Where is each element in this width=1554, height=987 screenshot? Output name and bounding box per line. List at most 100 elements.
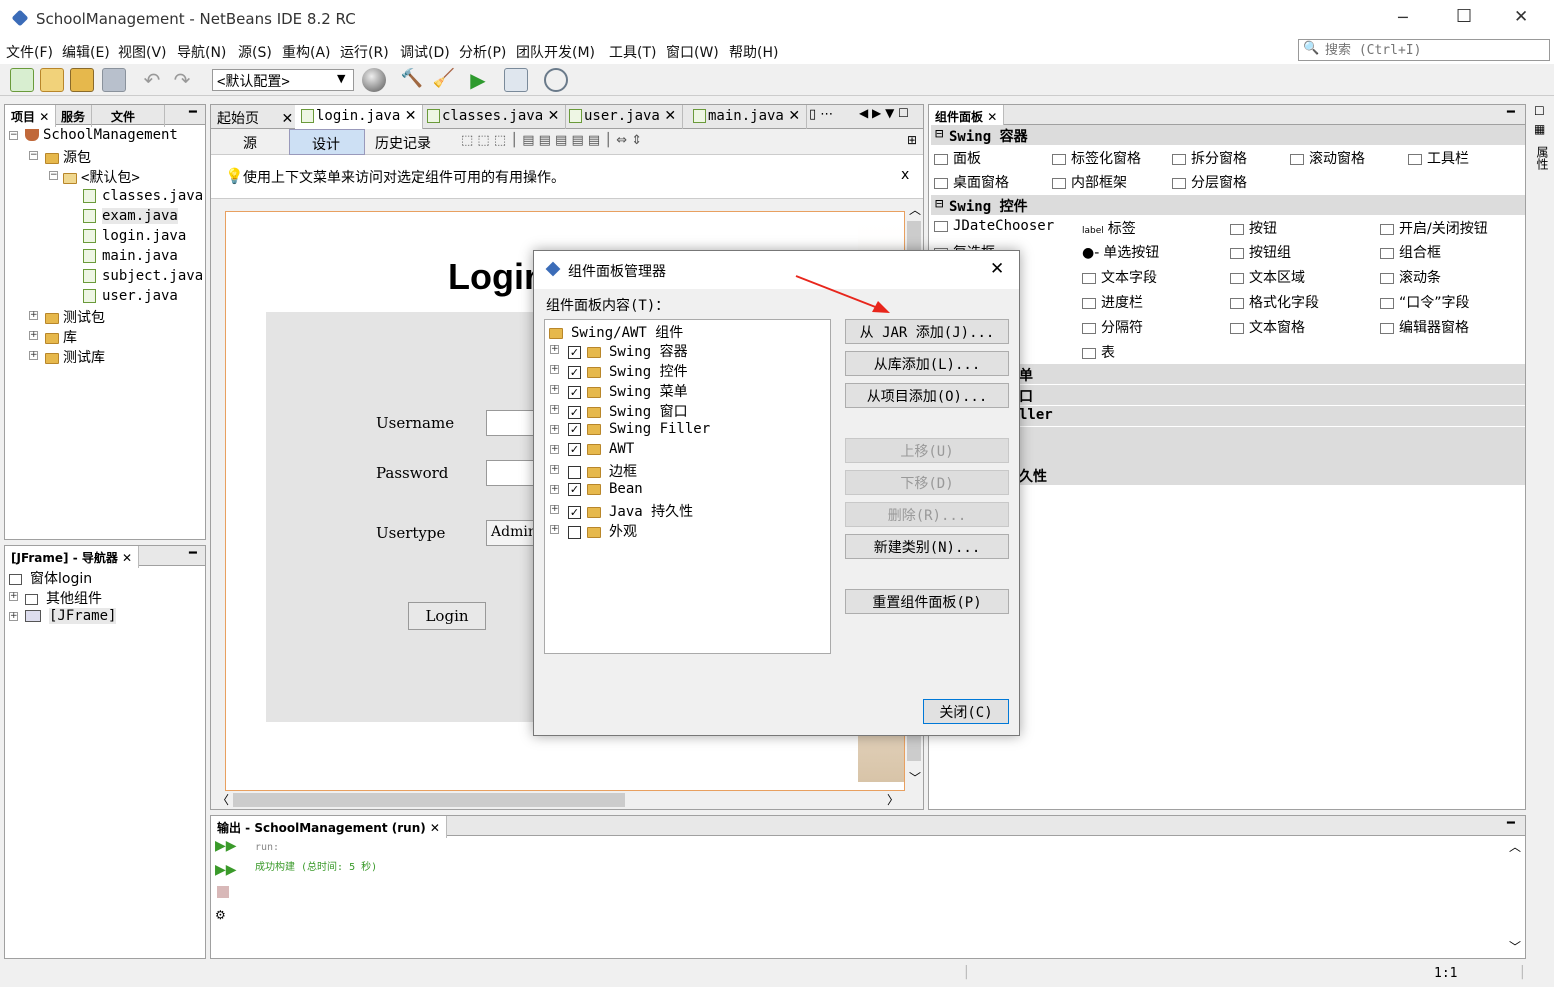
tab-files[interactable]: 文件	[105, 105, 165, 127]
search-box[interactable]: 🔍	[1298, 39, 1550, 61]
expand-toggle[interactable]: +	[550, 505, 559, 514]
expand-toggle[interactable]: +	[9, 592, 18, 601]
palette-item-internal-frame[interactable]: 内部框架	[1052, 172, 1127, 192]
close-icon[interactable]: ✕	[548, 108, 560, 124]
tree-libraries[interactable]: 库	[45, 327, 77, 347]
category-checkbox[interactable]	[568, 465, 581, 479]
palette-group-filler[interactable]: ller	[931, 406, 1525, 426]
palette-group-windows[interactable]: 口	[931, 385, 1525, 405]
palette-item-desktop[interactable]: 桌面窗格	[934, 172, 1009, 192]
menu-profile[interactable]: 分析(P)	[459, 42, 506, 62]
tab-projects[interactable]: 项目 ✕	[5, 105, 57, 127]
build-hammer-icon[interactable]: 🔨	[400, 68, 424, 92]
expand-toggle[interactable]: +	[550, 425, 559, 434]
close-dialog-button[interactable]: 关闭(C)	[923, 699, 1009, 724]
debug-icon[interactable]	[504, 68, 528, 92]
category-checkbox[interactable]: ✓	[568, 482, 581, 496]
menu-run[interactable]: 运行(R)	[340, 42, 389, 62]
clean-build-icon[interactable]: 🧹	[432, 68, 456, 92]
subtab-history[interactable]: 历史记录	[375, 133, 431, 153]
scroll-up-icon[interactable]: ︿	[1509, 838, 1521, 855]
file-item-exam[interactable]: exam.java	[83, 208, 178, 224]
collapse-icon[interactable]: ⊟	[935, 126, 943, 142]
close-icon[interactable]: ✕	[405, 108, 417, 124]
rerun-options-icon[interactable]: ▶▶	[215, 862, 237, 878]
reset-palette-button[interactable]: 重置组件面板(P)	[845, 589, 1009, 614]
close-icon[interactable]: ✕	[281, 111, 293, 127]
tree-test-packages[interactable]: 测试包	[45, 307, 105, 327]
expand-toggle[interactable]: +	[550, 525, 559, 534]
palette-item-separator[interactable]: 分隔符	[1082, 317, 1143, 337]
palette-item-scroll[interactable]: 滚动窗格	[1290, 148, 1365, 168]
tree-root[interactable]: Swing/AWT 组件	[549, 322, 683, 342]
file-item-login[interactable]: login.java	[83, 228, 186, 244]
palette-item-textarea[interactable]: 文本区域	[1230, 267, 1305, 287]
horizontal-scrollbar[interactable]: 〈 〉	[211, 791, 905, 809]
palette-item-button[interactable]: 按钮	[1230, 218, 1277, 238]
globe-icon[interactable]	[362, 68, 386, 92]
palette-item-table[interactable]: 表	[1082, 342, 1115, 362]
tab-classes-java[interactable]: classes.java ✕	[421, 105, 567, 129]
palette-item-label-control[interactable]: label 标签	[1082, 218, 1136, 238]
category-item[interactable]: 外观	[568, 521, 637, 541]
new-file-icon[interactable]	[10, 68, 34, 92]
tab-services[interactable]: 服务	[55, 105, 93, 127]
tab-login-java[interactable]: login.java ✕	[295, 105, 424, 129]
nav-form-login[interactable]: 窗体login	[9, 568, 92, 588]
maximize-button[interactable]: ☐	[1456, 6, 1472, 27]
palette-item-tabbed[interactable]: 标签化窗格	[1052, 148, 1141, 168]
hint-close-button[interactable]: x	[901, 167, 909, 183]
menu-help[interactable]: 帮助(H)	[729, 42, 778, 62]
tree-source-packages[interactable]: 源包	[45, 147, 91, 167]
more-tabs-icon[interactable]: ▯ ⋯	[809, 107, 833, 122]
expand-toggle[interactable]: +	[550, 445, 559, 454]
scroll-right-icon[interactable]: 〉	[887, 791, 899, 808]
category-checkbox[interactable]: ✓	[568, 405, 581, 419]
usertype-select[interactable]: Admin	[486, 520, 536, 546]
expand-toggle[interactable]: +	[550, 365, 559, 374]
palette-item-toolbar[interactable]: 工具栏	[1408, 148, 1469, 168]
add-from-jar-button[interactable]: 从 JAR 添加(J)...	[845, 319, 1009, 344]
password-field[interactable]	[486, 460, 536, 486]
scroll-down-icon[interactable]: ﹀	[909, 769, 921, 786]
minimize-panel-icon[interactable]: ━	[1507, 816, 1515, 831]
new-project-icon[interactable]	[40, 68, 64, 92]
restore-icon[interactable]: ☐	[1534, 104, 1545, 118]
menu-refactor[interactable]: 重构(A)	[282, 42, 331, 62]
category-item[interactable]: ✓ Bean	[568, 481, 643, 497]
palette-group-swing-controls[interactable]: ⊟ Swing 控件	[931, 195, 1525, 215]
tab-start-page[interactable]: 起始页 ✕	[211, 105, 301, 129]
add-from-library-button[interactable]: 从库添加(L)...	[845, 351, 1009, 376]
close-window-button[interactable]: ✕	[1514, 7, 1528, 27]
expand-toggle[interactable]: +	[29, 351, 38, 360]
move-up-button[interactable]: 上移(U)	[845, 438, 1009, 463]
palette-item-jdatechooser[interactable]: JDateChooser	[934, 218, 1054, 234]
palette-item-combobox[interactable]: 组合框	[1380, 242, 1441, 262]
category-item[interactable]: ✓ Swing 菜单	[568, 381, 688, 401]
palette-item-password[interactable]: “口令”字段	[1380, 292, 1470, 312]
category-item[interactable]: ✓ Swing 容器	[568, 341, 688, 361]
project-root[interactable]: SchoolManagement	[25, 127, 178, 143]
username-field[interactable]	[486, 410, 536, 436]
category-checkbox[interactable]: ✓	[568, 422, 581, 436]
menu-edit[interactable]: 编辑(E)	[62, 42, 110, 62]
category-checkbox[interactable]: ✓	[568, 505, 581, 519]
expand-toggle[interactable]: +	[550, 385, 559, 394]
palette-item-progress[interactable]: 进度栏	[1082, 292, 1143, 312]
palette-item-panel[interactable]: 面板	[934, 148, 981, 168]
minimize-panel-icon[interactable]: ━	[189, 105, 197, 120]
palette-group-persistence[interactable]: 久性	[931, 465, 1525, 485]
collapse-icon[interactable]: ⊟	[935, 196, 943, 212]
minimize-panel-icon[interactable]: ━	[189, 546, 197, 561]
palette-item-layered[interactable]: 分层窗格	[1172, 172, 1247, 192]
config-select[interactable]: <默认配置> ▼	[212, 69, 354, 91]
category-item[interactable]: ✓ AWT	[568, 441, 634, 457]
category-checkbox[interactable]	[568, 525, 581, 539]
search-input[interactable]	[1325, 41, 1545, 59]
expand-toggle[interactable]: −	[9, 131, 18, 140]
palette-group-swing-containers[interactable]: ⊟ Swing 容器	[931, 125, 1525, 145]
menu-debug[interactable]: 调试(D)	[400, 42, 450, 62]
add-from-project-button[interactable]: 从项目添加(O)...	[845, 383, 1009, 408]
tab-palette[interactable]: 组件面板 ✕	[929, 105, 1005, 127]
palette-group-awt[interactable]	[931, 427, 1525, 447]
